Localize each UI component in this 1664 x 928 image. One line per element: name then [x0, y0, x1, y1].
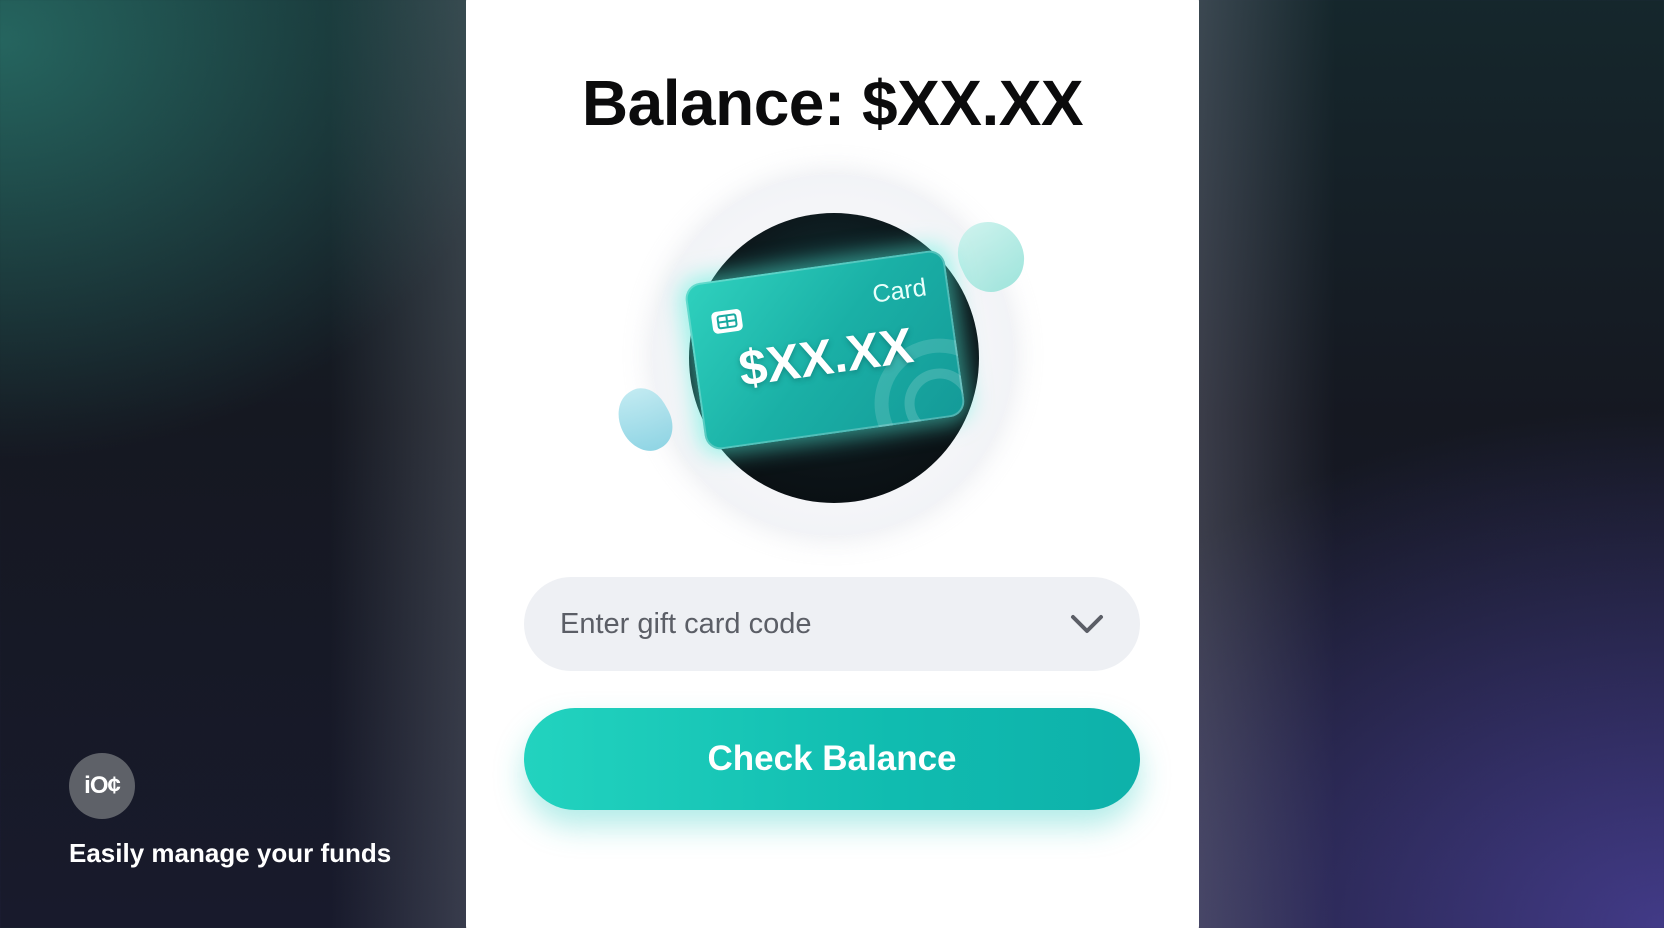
- chip-icon: [711, 309, 743, 334]
- gift-card-code-input[interactable]: [560, 607, 1070, 641]
- right-edge-glow: [1195, 0, 1335, 928]
- balance-title: Balance: $XX.XX: [581, 67, 1084, 139]
- tagline: Easily manage your funds: [69, 838, 392, 868]
- card-label: Card: [870, 273, 929, 309]
- gift-card-illustration: Card $XX.XX: [607, 166, 1036, 546]
- brand-logo: iO¢: [69, 753, 135, 819]
- chevron-down-icon[interactable]: [1070, 614, 1104, 634]
- gift-card-code-field[interactable]: [524, 577, 1140, 671]
- check-balance-button[interactable]: Check Balance: [524, 708, 1140, 810]
